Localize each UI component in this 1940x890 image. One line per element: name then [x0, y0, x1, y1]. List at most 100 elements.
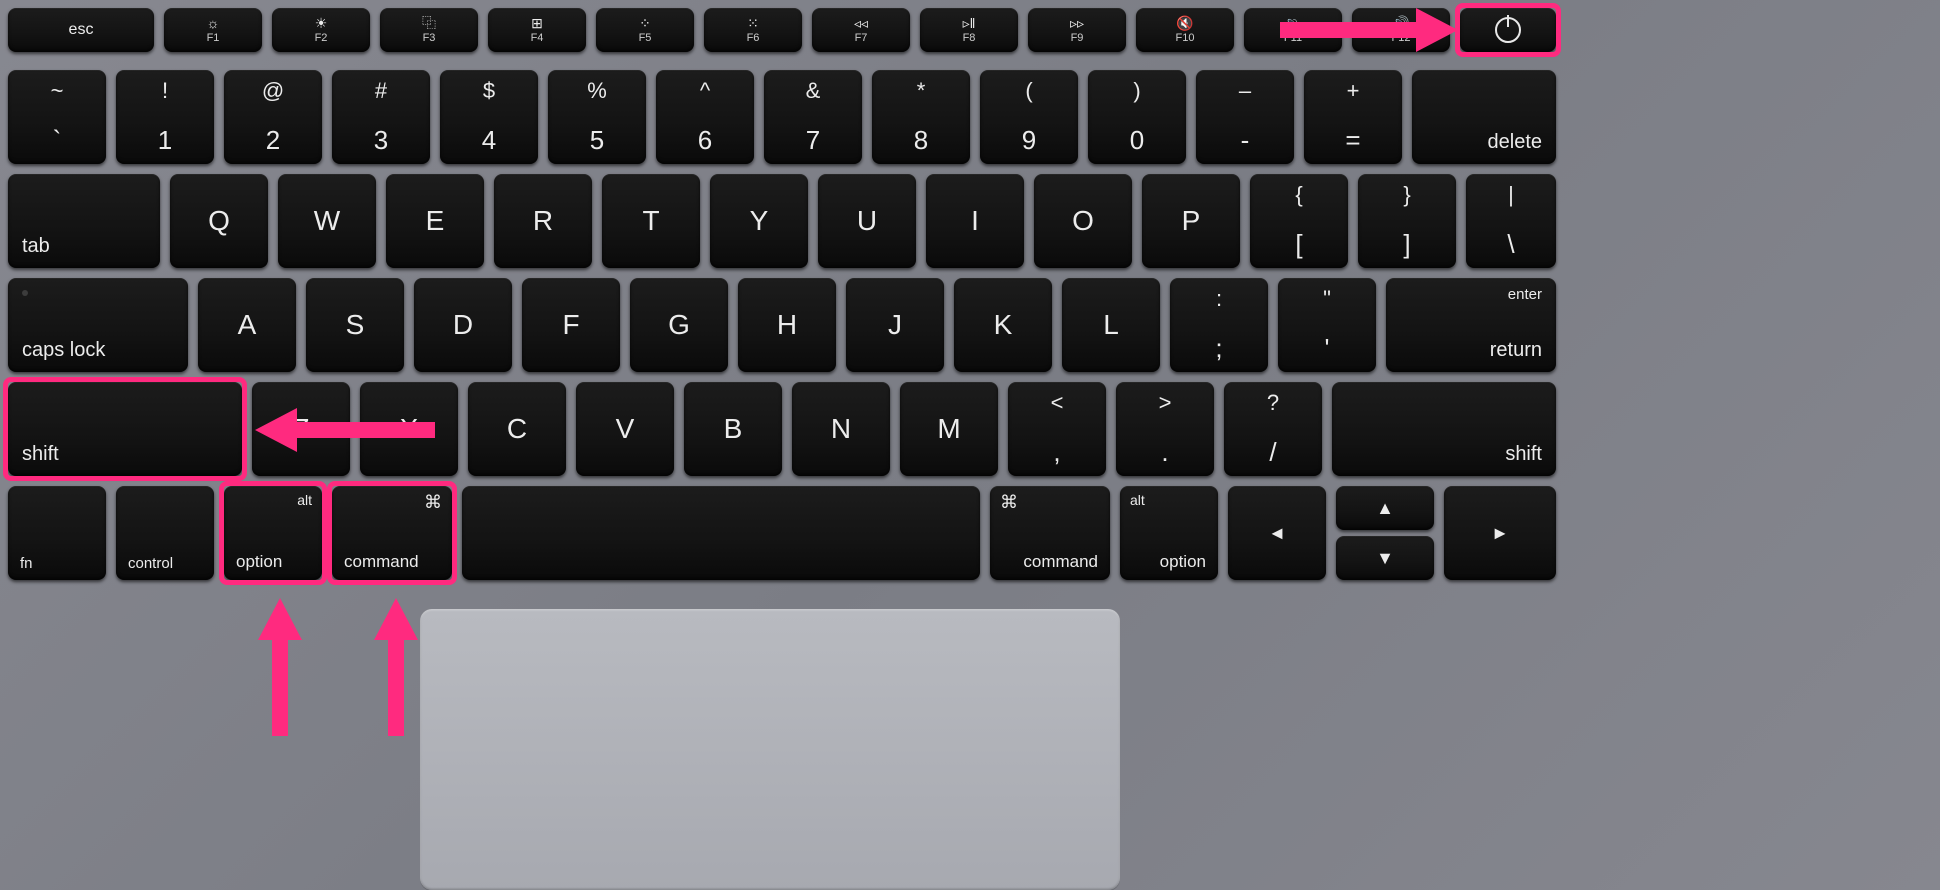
key-f3[interactable]: ⿻ F3 — [380, 8, 478, 52]
key-z[interactable]: Z — [252, 382, 350, 476]
fast-forward-icon: ▹▹ — [1070, 16, 1084, 30]
key-9[interactable]: (9 — [980, 70, 1078, 164]
arrow-left-icon: ◄ — [1268, 523, 1286, 544]
mac-keyboard-photo: esc ☼ F1 ☀ F2 ⿻ F3 ⊞ F4 ⁘ F5 ⁙ F6 ◃◃ F7 … — [0, 0, 1940, 890]
key-esc[interactable]: esc — [8, 8, 154, 52]
key-b[interactable]: B — [684, 382, 782, 476]
key-s[interactable]: S — [306, 278, 404, 372]
key-option-left[interactable]: alt option — [224, 486, 322, 580]
key-control[interactable]: control — [116, 486, 214, 580]
key-r[interactable]: R — [494, 174, 592, 268]
key-m[interactable]: M — [900, 382, 998, 476]
key-h[interactable]: H — [738, 278, 836, 372]
key-2[interactable]: @2 — [224, 70, 322, 164]
key-3[interactable]: #3 — [332, 70, 430, 164]
key-x[interactable]: X — [360, 382, 458, 476]
key-j[interactable]: J — [846, 278, 944, 372]
trackpad[interactable] — [420, 609, 1120, 890]
key-f10[interactable]: 🔇 F10 — [1136, 8, 1234, 52]
brightness-up-icon: ☀ — [315, 16, 328, 30]
key-1[interactable]: !1 — [116, 70, 214, 164]
key-f5[interactable]: ⁘ F5 — [596, 8, 694, 52]
key-f4[interactable]: ⊞ F4 — [488, 8, 586, 52]
kb-backlight-down-icon: ⁘ — [639, 16, 651, 30]
key-6[interactable]: ^6 — [656, 70, 754, 164]
key-w[interactable]: W — [278, 174, 376, 268]
brightness-down-icon: ☼ — [207, 16, 220, 30]
volume-down-icon: 🔉 — [1284, 16, 1301, 30]
key-f12[interactable]: 🔊 F12 — [1352, 8, 1450, 52]
power-icon — [1495, 17, 1521, 43]
command-glyph-icon: ⌘ — [1000, 492, 1018, 513]
key-7[interactable]: &7 — [764, 70, 862, 164]
key-u[interactable]: U — [818, 174, 916, 268]
key-f7[interactable]: ◃◃ F7 — [812, 8, 910, 52]
key-capslock[interactable]: caps lock — [8, 278, 188, 372]
key-minus[interactable]: –- — [1196, 70, 1294, 164]
key-i[interactable]: I — [926, 174, 1024, 268]
key-f9[interactable]: ▹▹ F9 — [1028, 8, 1126, 52]
play-pause-icon: ▹ǁ — [963, 16, 976, 30]
key-tilde[interactable]: ~` — [8, 70, 106, 164]
arrow-down-icon: ▼ — [1376, 548, 1394, 569]
volume-up-icon: 🔊 — [1392, 16, 1409, 30]
key-f6[interactable]: ⁙ F6 — [704, 8, 802, 52]
key-4[interactable]: $4 — [440, 70, 538, 164]
key-lbracket[interactable]: {[ — [1250, 174, 1348, 268]
key-fn[interactable]: fn — [8, 486, 106, 580]
key-0[interactable]: )0 — [1088, 70, 1186, 164]
key-e[interactable]: E — [386, 174, 484, 268]
launchpad-icon: ⊞ — [531, 16, 543, 30]
key-command-left[interactable]: ⌘ command — [332, 486, 452, 580]
key-o[interactable]: O — [1034, 174, 1132, 268]
key-semicolon[interactable]: :; — [1170, 278, 1268, 372]
key-k[interactable]: K — [954, 278, 1052, 372]
mute-icon: 🔇 — [1176, 16, 1193, 30]
command-glyph-icon: ⌘ — [424, 492, 442, 513]
key-arrow-right[interactable]: ► — [1444, 486, 1556, 580]
key-f8[interactable]: ▹ǁ F8 — [920, 8, 1018, 52]
key-q[interactable]: Q — [170, 174, 268, 268]
key-arrow-down[interactable]: ▼ — [1336, 536, 1434, 580]
key-backslash[interactable]: |\ — [1466, 174, 1556, 268]
key-delete[interactable]: delete — [1412, 70, 1556, 164]
key-n[interactable]: N — [792, 382, 890, 476]
key-f1[interactable]: ☼ F1 — [164, 8, 262, 52]
key-comma[interactable]: <, — [1008, 382, 1106, 476]
arrow-up-icon: ▲ — [1376, 498, 1394, 519]
key-rbracket[interactable]: }] — [1358, 174, 1456, 268]
key-space[interactable] — [462, 486, 980, 580]
key-f[interactable]: F — [522, 278, 620, 372]
key-option-right[interactable]: alt option — [1120, 486, 1218, 580]
key-c[interactable]: C — [468, 382, 566, 476]
key-tab[interactable]: tab — [8, 174, 160, 268]
key-8[interactable]: *8 — [872, 70, 970, 164]
key-p[interactable]: P — [1142, 174, 1240, 268]
key-power[interactable] — [1460, 8, 1556, 52]
key-quote[interactable]: "' — [1278, 278, 1376, 372]
key-f2[interactable]: ☀ F2 — [272, 8, 370, 52]
key-5[interactable]: %5 — [548, 70, 646, 164]
kb-backlight-up-icon: ⁙ — [747, 16, 759, 30]
key-f11[interactable]: 🔉 F11 — [1244, 8, 1342, 52]
mission-control-icon: ⿻ — [422, 16, 436, 30]
key-equal[interactable]: += — [1304, 70, 1402, 164]
key-g[interactable]: G — [630, 278, 728, 372]
key-d[interactable]: D — [414, 278, 512, 372]
key-shift-left[interactable]: shift — [8, 382, 242, 476]
rewind-icon: ◃◃ — [854, 16, 868, 30]
key-a[interactable]: A — [198, 278, 296, 372]
key-t[interactable]: T — [602, 174, 700, 268]
key-v[interactable]: V — [576, 382, 674, 476]
key-y[interactable]: Y — [710, 174, 808, 268]
key-l[interactable]: L — [1062, 278, 1160, 372]
key-command-right[interactable]: ⌘ command — [990, 486, 1110, 580]
key-shift-right[interactable]: shift — [1332, 382, 1556, 476]
capslock-led-icon — [22, 290, 28, 296]
key-return[interactable]: enter return — [1386, 278, 1556, 372]
key-slash[interactable]: ?/ — [1224, 382, 1322, 476]
key-arrow-left[interactable]: ◄ — [1228, 486, 1326, 580]
key-arrow-up[interactable]: ▲ — [1336, 486, 1434, 530]
arrow-right-icon: ► — [1491, 523, 1509, 544]
key-period[interactable]: >. — [1116, 382, 1214, 476]
